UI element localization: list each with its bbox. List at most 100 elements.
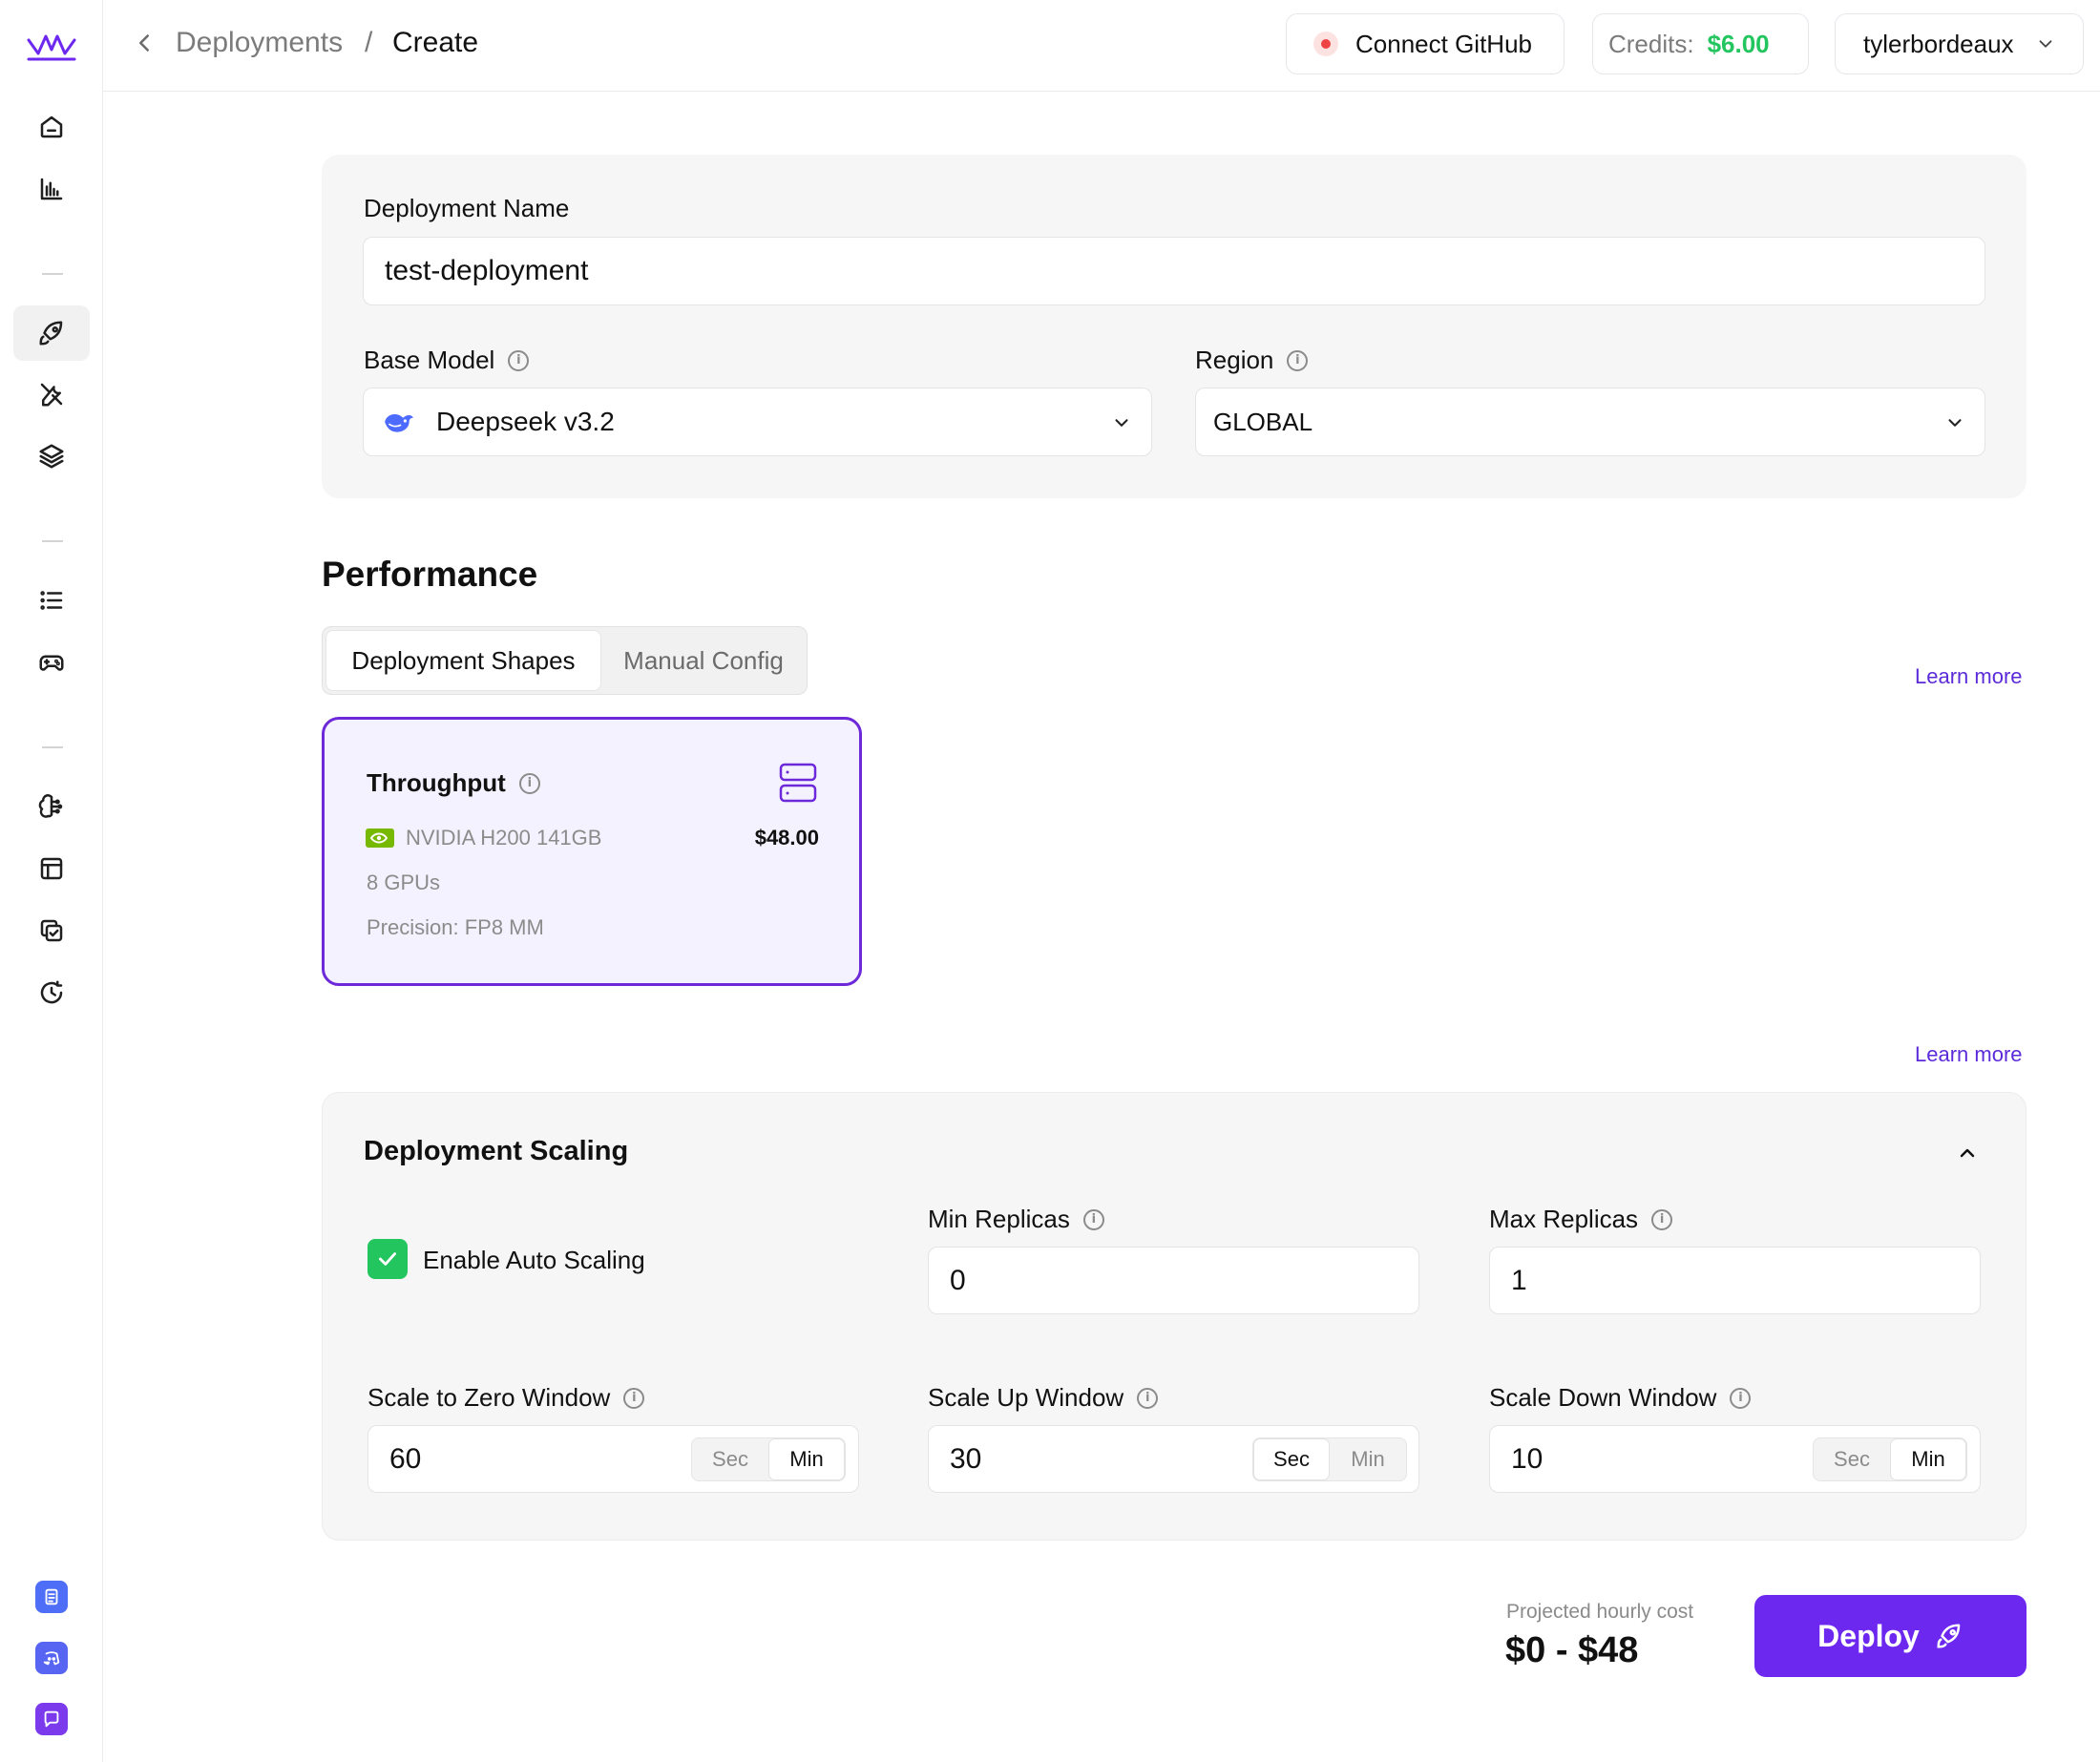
max-replicas-input[interactable]: 1 [1489, 1247, 1981, 1314]
shape-title: Throughput i [367, 768, 540, 798]
projected-cost-label: Projected hourly cost [1506, 1601, 1694, 1623]
sidebar-item-list[interactable] [13, 573, 90, 628]
checklist-icon [40, 919, 63, 942]
performance-heading: Performance [322, 555, 538, 594]
tools-icon [40, 383, 63, 407]
sidebar-divider [42, 540, 63, 542]
unit-sec-option[interactable]: Sec [692, 1438, 768, 1480]
sidebar-item-analytics[interactable] [13, 161, 90, 217]
page-title: Create [392, 27, 479, 58]
shape-precision: Precision: FP8 MM [367, 915, 544, 939]
sidebar-item-evaluations[interactable] [13, 903, 90, 958]
layers-icon [39, 444, 64, 469]
deploy-button[interactable]: Deploy [1754, 1595, 2026, 1677]
check-icon [379, 1252, 396, 1266]
performance-tabs: Deployment Shapes Manual Config [322, 626, 808, 695]
deployment-name-input[interactable]: test-deployment [363, 237, 1985, 305]
deployment-name-label: Deployment Name [364, 194, 570, 222]
scale-down-label: Scale Down Window i [1489, 1383, 1752, 1413]
info-icon[interactable]: i [1651, 1208, 1673, 1230]
logo-icon[interactable] [25, 29, 78, 63]
sidebar-item-chat[interactable] [35, 1703, 68, 1735]
sidebar-item-datasets[interactable] [13, 841, 90, 896]
region-label: Region i [1195, 346, 1309, 375]
sidebar-item-tools[interactable] [13, 367, 90, 422]
scale-to-zero-unit-toggle: Sec Min [691, 1437, 846, 1481]
base-model-label: Base Model i [364, 346, 530, 375]
rocket-icon [39, 321, 63, 346]
max-replicas-label: Max Replicas i [1489, 1205, 1673, 1234]
rocket-icon [1937, 1624, 1961, 1648]
min-replicas-label: Min Replicas i [928, 1205, 1104, 1234]
sidebar-item-playground[interactable] [13, 635, 90, 690]
info-icon[interactable]: i [518, 772, 540, 794]
chevron-down-icon [1948, 419, 1962, 427]
unit-sec-option[interactable]: Sec [1814, 1438, 1890, 1480]
info-icon[interactable]: i [1730, 1387, 1752, 1409]
auto-scaling-checkbox[interactable] [368, 1239, 408, 1279]
learn-more-link[interactable]: Learn more [1915, 1042, 2023, 1067]
sidebar-item-home[interactable] [13, 99, 90, 155]
list-icon [40, 591, 63, 610]
info-icon[interactable]: i [508, 349, 530, 371]
breadcrumb-deployments[interactable]: Deployments [176, 27, 343, 59]
docs-icon [45, 1588, 58, 1605]
nvidia-logo-icon [366, 829, 394, 848]
credits-value: $6.00 [1707, 29, 1770, 58]
sidebar-item-deployments[interactable] [13, 305, 90, 361]
learn-more-link[interactable]: Learn more [1915, 664, 2023, 689]
projected-cost-value: $0 - $48 [1505, 1630, 1639, 1670]
chat-icon [44, 1710, 59, 1728]
brain-icon [38, 794, 63, 818]
tab-manual-config[interactable]: Manual Config [603, 630, 804, 691]
sidebar-item-discord[interactable] [35, 1642, 68, 1674]
shape-price: $48.00 [754, 826, 819, 850]
base-model-select[interactable]: Deepseek v3.2 [363, 388, 1152, 456]
sidebar-divider [42, 746, 63, 748]
auto-scaling-label[interactable]: Enable Auto Scaling [423, 1246, 645, 1275]
server-icon [779, 763, 817, 803]
table-icon [40, 857, 63, 880]
sidebar-item-docs[interactable] [35, 1581, 68, 1613]
info-icon[interactable]: i [623, 1387, 645, 1409]
top-header: Deployments / Create Connect GitHub Cred… [103, 0, 2100, 92]
min-replicas-input[interactable]: 0 [928, 1247, 1419, 1314]
shape-gpu: NVIDIA H200 141GB [406, 826, 602, 850]
github-status-icon [1313, 31, 1338, 56]
chevron-down-icon [1115, 419, 1128, 427]
deepseek-logo-icon [385, 414, 413, 432]
user-menu-button[interactable]: tylerbordeaux [1835, 13, 2084, 74]
info-icon[interactable]: i [1082, 1208, 1104, 1230]
unit-min-option[interactable]: Min [1890, 1438, 1966, 1480]
history-icon [40, 980, 63, 1004]
tab-deployment-shapes[interactable]: Deployment Shapes [326, 630, 601, 691]
scale-up-unit-toggle: Sec Min [1252, 1437, 1407, 1481]
sidebar-item-finetune[interactable] [13, 779, 90, 834]
chevron-down-icon [2039, 40, 2051, 48]
back-chevron-icon[interactable] [130, 29, 158, 57]
deploy-label: Deploy [1817, 1618, 1920, 1653]
chevron-up-icon[interactable] [1953, 1142, 1982, 1164]
region-select[interactable]: GLOBAL [1195, 388, 1985, 456]
home-icon [40, 115, 63, 138]
discord-icon [43, 1651, 60, 1666]
scale-up-label: Scale Up Window i [928, 1383, 1159, 1413]
unit-sec-option[interactable]: Sec [1253, 1438, 1330, 1480]
credits-label: Credits: [1608, 29, 1694, 58]
sidebar-divider [42, 273, 63, 275]
info-icon[interactable]: i [1137, 1387, 1159, 1409]
scale-down-unit-toggle: Sec Min [1813, 1437, 1967, 1481]
user-name: tylerbordeaux [1863, 29, 2014, 58]
sidebar-item-history[interactable] [13, 965, 90, 1020]
sidebar [0, 0, 103, 1762]
scaling-heading: Deployment Scaling [364, 1136, 629, 1166]
unit-min-option[interactable]: Min [1330, 1438, 1406, 1480]
scale-to-zero-label: Scale to Zero Window i [368, 1383, 645, 1413]
credits-badge[interactable]: Credits: $6.00 [1592, 13, 1809, 74]
deployment-shape-card[interactable]: Throughput i NVIDIA H200 141GB $48.00 8 … [322, 717, 862, 986]
sidebar-item-models[interactable] [13, 429, 90, 484]
info-icon[interactable]: i [1287, 349, 1309, 371]
unit-min-option[interactable]: Min [768, 1438, 845, 1480]
connect-github-button[interactable]: Connect GitHub [1286, 13, 1564, 74]
connect-github-label: Connect GitHub [1355, 29, 1532, 58]
